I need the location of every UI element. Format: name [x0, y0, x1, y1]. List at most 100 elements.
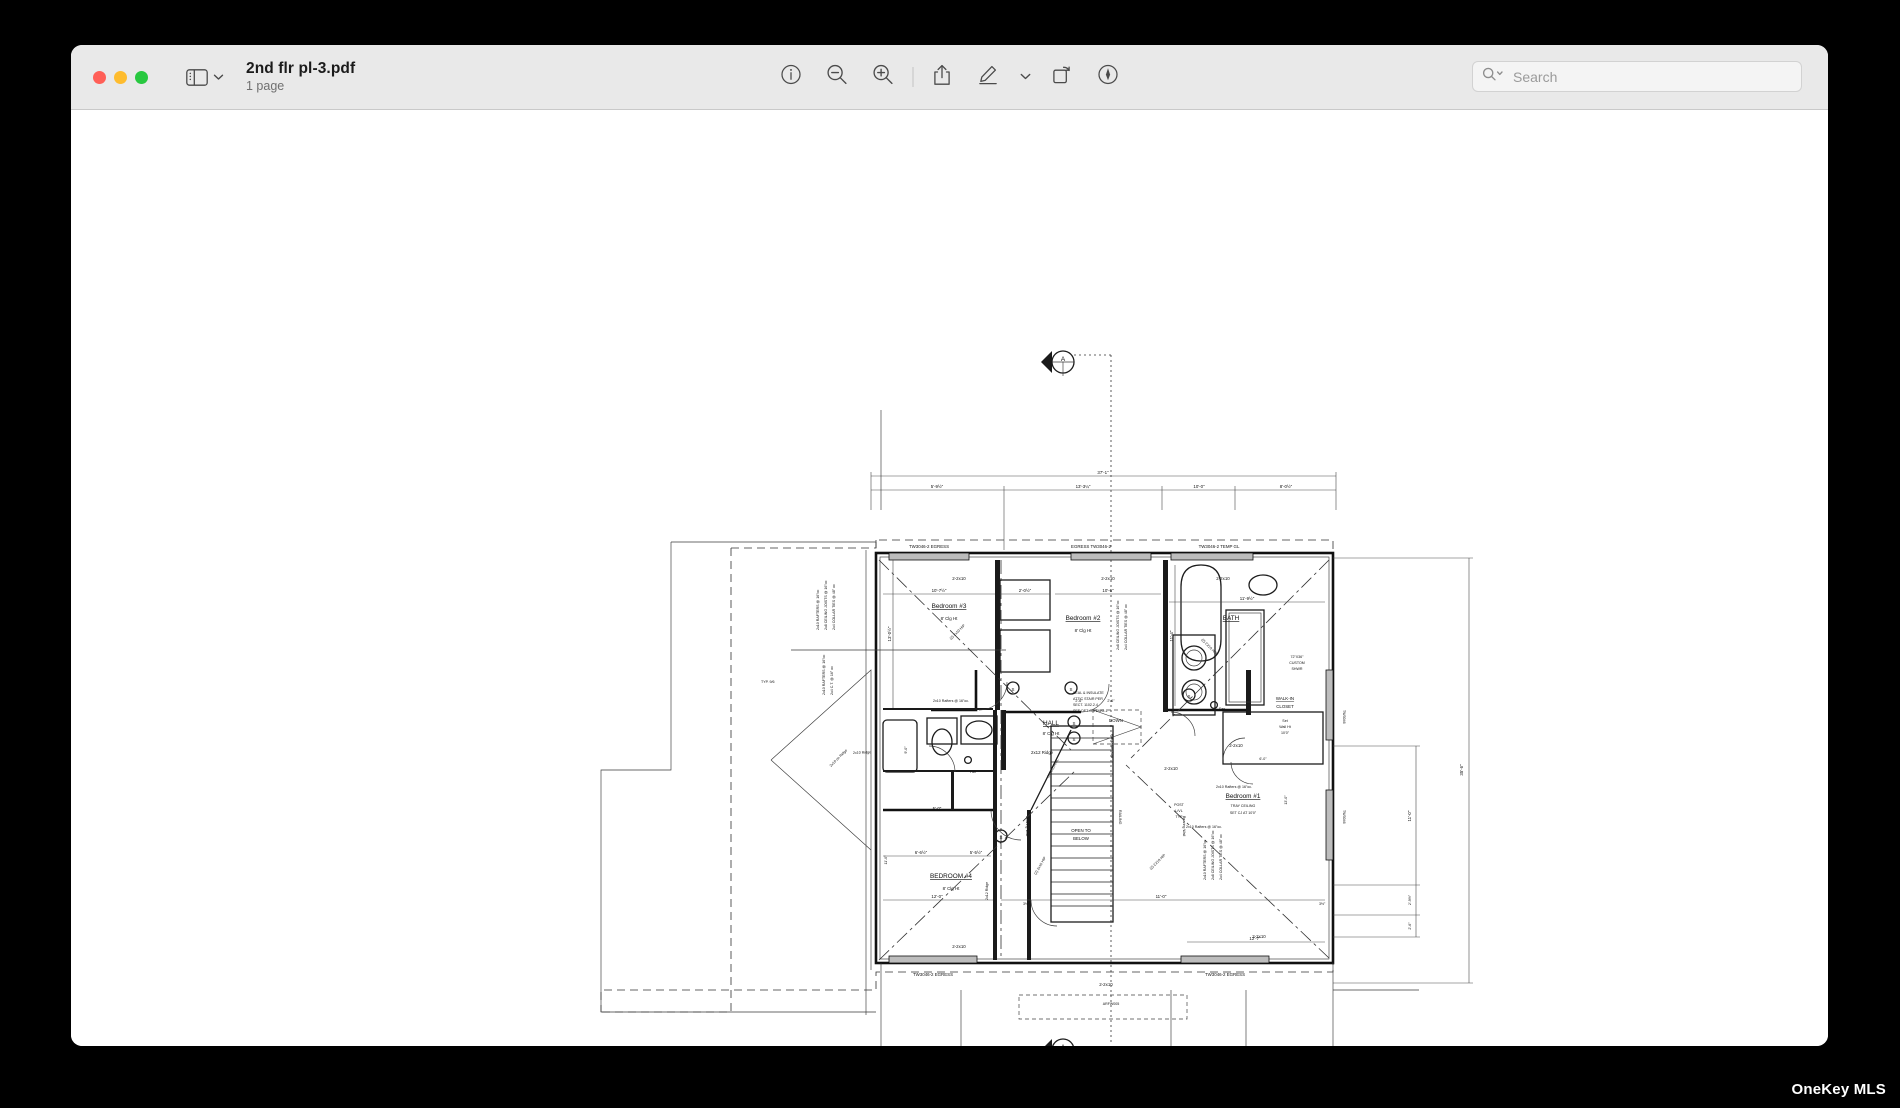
annotation-label: TYP. 9/6	[761, 680, 775, 684]
toolbar-divider	[912, 67, 913, 87]
window-tag: TW3046-2 EGRESS	[909, 544, 949, 549]
share-button[interactable]	[919, 60, 965, 94]
dimension-label: 13'-3¼"	[1076, 484, 1091, 489]
room-name: CLOSET	[1276, 704, 1294, 709]
framing-note: 2x8 CEILING JOISTS @ 16"oc	[824, 580, 828, 630]
svg-text:S: S	[1070, 687, 1073, 692]
dimension-label: 10'-7½"	[932, 588, 947, 593]
preview-window: 2nd flr pl-3.pdf 1 page Search A 5'-9½" …	[71, 45, 1828, 1046]
room-note: SET CJ AT 10'0"	[1230, 811, 1257, 815]
switch-symbol: S	[1182, 688, 1196, 702]
switch-symbol: S	[1064, 681, 1078, 695]
dimension-label: 3½"	[1023, 902, 1030, 906]
framing-note: (2) 2X10 HIP	[1149, 853, 1167, 871]
room-note: 8' Clg Ht	[1075, 628, 1092, 633]
dimension-label: 2'-9½"	[1408, 894, 1412, 905]
framing-note: 2x12 Ridge	[985, 882, 989, 900]
annotation-label: SHWR	[1292, 667, 1303, 671]
dimension-label: 8'-0½"	[1280, 484, 1293, 489]
search-placeholder: Search	[1513, 68, 1558, 85]
svg-text:S: S	[1188, 694, 1191, 699]
framing-note: 2-2x10	[952, 944, 966, 949]
room-note: 10'0"	[1281, 731, 1290, 735]
svg-text:S: S	[1000, 835, 1003, 840]
annotation-label: DOWN	[1109, 718, 1123, 723]
chevron-down-icon	[213, 73, 224, 81]
dimension-label: 11'-4"	[1169, 630, 1174, 641]
framing-note: 2x4 COLLAR TIES @ 48" oc	[1124, 604, 1128, 650]
annotation-label: TYP	[1176, 815, 1184, 819]
annotation-label: POST	[1174, 803, 1185, 807]
dimension-label: 10'-6"	[1102, 588, 1114, 593]
annotation-label: Pull Down Stair	[1110, 734, 1114, 759]
svg-text:S: S	[1012, 687, 1015, 692]
framing-note: 2x10 Rafters @ 16"oc.	[933, 699, 969, 703]
dimension-chain-right: 35'-6" 11'-0" 2'-9½" 2'-6"	[1333, 557, 1473, 984]
section-marker-bottom: A	[1045, 1038, 1074, 1046]
window-tag: TW3046-2 TEMP GL	[1199, 544, 1240, 549]
room-name: Bedroom #1	[1226, 793, 1261, 800]
room-note: 8' Clg Ht	[943, 886, 960, 891]
window-tag: TW3046-2 EGRESS	[1205, 972, 1245, 977]
section-marker-top: A	[1041, 350, 1111, 376]
info-button[interactable]	[768, 60, 814, 94]
annotation-label: SEE DET ON DWG-1	[1073, 709, 1108, 713]
traffic-lights	[93, 70, 148, 84]
markup-options-button[interactable]	[1011, 60, 1039, 94]
dimension-label: 10'-0"	[1193, 484, 1205, 489]
framing-note: 2x8 CEILING JOISTS @ 16"oc	[1116, 600, 1120, 650]
annotation-label: Fan	[970, 770, 976, 774]
close-button[interactable]	[93, 70, 106, 84]
dimension-label: 5'-0"	[933, 806, 942, 811]
room-name: BATH	[1223, 615, 1240, 622]
pdf-page-canvas[interactable]: .w {stroke:#1a1a1a;fill:none;} .thk {str…	[71, 110, 1828, 1046]
dimension-chain-top: 5'-9½" 13'-3¼" 10'-0" 8'-0½" 37'-1"	[870, 470, 1337, 550]
door-swings	[928, 681, 1254, 927]
framing-note: 2x10 Rafters @ 16"oc.	[1186, 825, 1222, 829]
dimension-label: 12'-0"	[931, 894, 943, 899]
framing-note: 2x10 on Ridge	[829, 748, 848, 767]
room-bath: BATH	[1223, 615, 1240, 622]
rotate-icon	[1052, 64, 1073, 90]
onekey-mls-watermark: OneKey MLS	[1791, 1081, 1886, 1098]
markup-pencil-icon	[978, 64, 999, 90]
minimize-button[interactable]	[114, 70, 127, 84]
room-name: BEDROOM #4	[930, 873, 972, 880]
search-container[interactable]: Search	[1472, 61, 1802, 92]
window-tag: ARFW005	[1103, 1002, 1120, 1006]
framing-note: (2) 2x10 HIP	[1033, 856, 1047, 876]
window-titlebar: 2nd flr pl-3.pdf 1 page Search	[71, 45, 1828, 110]
framing-note: 2-2x10	[952, 576, 966, 581]
room-bedroom-2: Bedroom #2 8' Clg Ht	[1066, 615, 1101, 633]
room-note: 8' Clg Ht	[1043, 731, 1060, 736]
sidebar-toggle-button[interactable]	[186, 68, 224, 86]
zoom-in-icon	[873, 64, 894, 90]
zoom-in-button[interactable]	[860, 60, 906, 94]
dimension-label: 13'-0"	[1284, 795, 1288, 805]
room-walk-in-closet: WALK-IN CLOSET Set Wall Ht 10'0"	[1276, 696, 1294, 735]
dimension-label: 2'-6"	[1408, 922, 1412, 930]
annotation-label: RAILING	[1118, 810, 1122, 825]
dimension-label: 2'-0½"	[1019, 588, 1032, 593]
room-name: Bedroom #3	[932, 603, 967, 610]
chevron-down-icon	[1019, 68, 1031, 86]
framing-note: 2x4 C.T. @ 16" oc	[830, 666, 834, 695]
rotate-button[interactable]	[1039, 60, 1085, 94]
framing-note: 2x4 COLLAR TIES @ 48" oc	[1219, 834, 1223, 880]
section-marker-label: A	[1061, 1044, 1066, 1046]
annotation-label: SECT. 1102.2.4	[1073, 703, 1098, 707]
room-bedroom-3: Bedroom #3 8' Clg Ht	[932, 603, 967, 621]
zoom-out-button[interactable]	[814, 60, 860, 94]
window-tag: TW3046	[1342, 710, 1346, 724]
floor-plan-drawing: .w {stroke:#1a1a1a;fill:none;} .thk {str…	[600, 350, 1473, 1046]
framing-note: 2x8 CEILING JOISTS @ 16"oc	[1211, 830, 1215, 880]
desktop-background: 2nd flr pl-3.pdf 1 page Search A 5'-9½" …	[0, 0, 1900, 1108]
framing-note: 2x10 RAFTERS @ 16"oc	[816, 590, 820, 630]
maximize-button[interactable]	[135, 70, 148, 84]
annotation-label: OPEN TO	[1071, 828, 1091, 833]
search-input[interactable]: Search	[1472, 61, 1802, 92]
dimension-label: 6'-6½"	[915, 850, 928, 855]
annotate-button[interactable]	[1085, 60, 1131, 94]
markup-button[interactable]	[965, 60, 1011, 94]
document-title-block: 2nd flr pl-3.pdf 1 page	[246, 60, 355, 93]
